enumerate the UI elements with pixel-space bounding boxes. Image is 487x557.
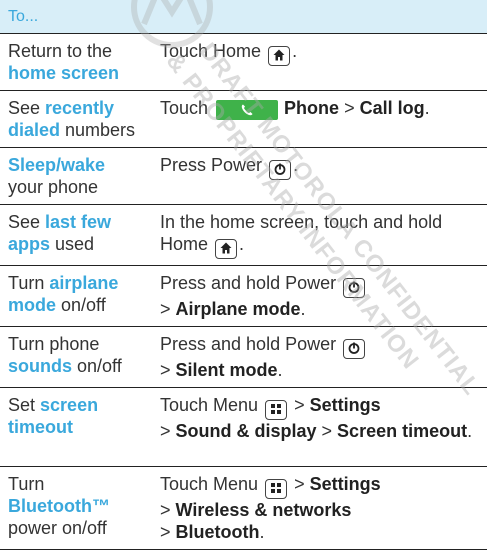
how-cell: Touch Phone > Call log. [148,90,487,148]
action-text: on/off [72,356,122,376]
action-text: Return to the [8,41,113,61]
table-header: To... [0,0,487,34]
action-highlight: sounds [8,356,73,376]
how-bold: Wireless & networks [175,500,352,520]
howto-table: To... Return to the home screen Touch Ho… [0,0,487,550]
action-cell: Set screen timeout [0,387,148,467]
how-bold: Settings [309,474,381,494]
how-text: Touch Menu [160,474,259,494]
how-cell: Touch Menu > Settings > Wireless & netwo… [148,466,487,550]
action-cell: Turn Bluetooth™ power on/off [0,466,148,550]
action-text: power on/off [8,518,107,538]
menu-key-icon [265,479,288,499]
table-row: Set screen timeout Touch Menu > Settings… [0,387,487,467]
action-cell: Turn phone sounds on/off [0,326,148,388]
how-text: . [467,421,473,441]
how-text: Press and hold Power [160,334,337,354]
how-text: > [289,395,310,415]
action-text: Turn [8,474,45,494]
table-row: Turn airplane mode on/off Press and hold… [0,265,487,327]
how-text: > [160,522,176,542]
how-text: > [160,299,176,319]
action-cell: Return to the home screen [0,33,148,91]
how-text: . [259,522,265,542]
how-bold: Call log [359,98,425,118]
table-row: Turn Bluetooth™ power on/off Touch Menu … [0,466,487,550]
table-row: Return to the home screen Touch Home . [0,33,487,91]
document-page: To... Return to the home screen Touch Ho… [0,0,487,557]
how-text: Press and hold Power [160,273,337,293]
how-text: > [160,360,176,380]
how-cell: Press Power . [148,147,487,205]
action-text: on/off [56,295,106,315]
action-cell: See recently dialed numbers [0,90,148,148]
how-cell: Press and hold Power > Airplane mode. [148,265,487,327]
how-text: . [300,299,306,319]
how-bold: Bluetooth [175,522,260,542]
how-cell: In the home screen, touch and hold Home … [148,204,487,266]
how-text: > [289,474,310,494]
how-text: Touch Home [160,41,262,61]
how-bold: Silent mode [175,360,278,380]
home-key-icon [215,239,238,259]
action-text: Turn phone [8,334,100,354]
action-cell: See last few apps used [0,204,148,266]
action-text: Set [8,395,41,415]
how-text: Touch [160,98,209,118]
menu-key-icon [265,400,288,420]
how-text: > [316,421,338,441]
how-text: > [339,98,360,118]
action-text: your phone [8,177,99,197]
table-row: See recently dialed numbers Touch Phone >… [0,90,487,148]
how-cell: Press and hold Power > Silent mode. [148,326,487,388]
action-highlight: home screen [8,63,120,83]
how-text: > [160,500,176,520]
action-highlight: Bluetooth™ [8,496,110,516]
how-text: . [277,360,283,380]
how-text: . [424,98,430,118]
how-text: Touch Menu [160,395,259,415]
how-bold: Settings [309,395,381,415]
action-text: numbers [60,120,136,140]
action-cell: Turn airplane mode on/off [0,265,148,327]
power-key-icon [343,339,366,359]
how-text: > [160,421,176,441]
how-text: In the home screen, touch and hold Home [160,212,443,254]
how-cell: Touch Home . [148,33,487,91]
action-text: See [8,98,46,118]
how-bold: Screen timeout [337,421,468,441]
phone-handset-icon [216,100,279,120]
how-cell: Touch Menu > Settings > Sound & display … [148,387,487,467]
table-header-row: To... [0,0,487,34]
action-text: used [50,234,95,254]
table-row: Turn phone sounds on/off Press and hold … [0,326,487,388]
table-row: See last few apps used In the home scree… [0,204,487,266]
action-text: Turn [8,273,50,293]
how-bold: Phone [284,98,340,118]
home-key-icon [268,46,291,66]
power-key-icon [269,160,292,180]
action-cell: Sleep/wake your phone [0,147,148,205]
how-text: Press Power [160,155,263,175]
action-text: See [8,212,46,232]
action-highlight: Sleep/wake [8,155,106,175]
table-row: Sleep/wake your phone Press Power . [0,147,487,205]
how-bold: Airplane mode [175,299,301,319]
how-bold: Sound & display [175,421,317,441]
power-key-icon [343,278,366,298]
